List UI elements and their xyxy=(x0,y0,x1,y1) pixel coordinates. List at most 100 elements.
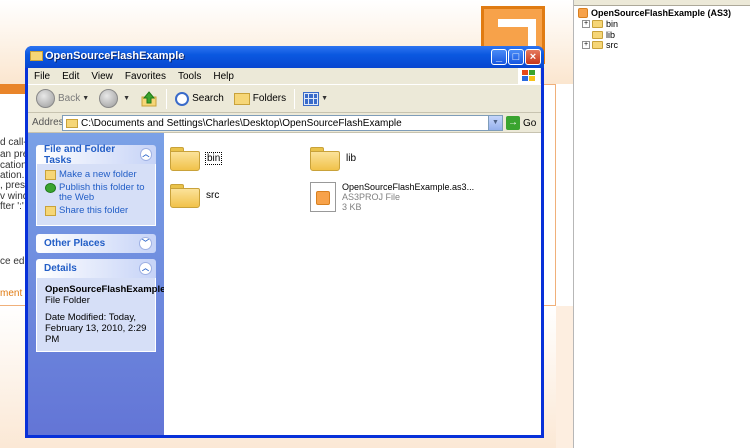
tree-root-label: OpenSourceFlashExample (AS3) xyxy=(591,8,732,18)
collapse-chevron-icon[interactable]: ︿ xyxy=(139,262,152,275)
project-tree-panel: OpenSourceFlashExample (AS3) + bin lib +… xyxy=(573,0,750,448)
project-icon xyxy=(578,8,588,18)
file-folder-tasks-body: Make a new folder Publish this folder to… xyxy=(36,164,156,226)
search-label: Search xyxy=(192,93,224,104)
go-arrow-icon: → xyxy=(506,116,520,130)
address-value: C:\Documents and Settings\Charles\Deskto… xyxy=(81,117,402,129)
back-label: Back xyxy=(58,93,81,104)
file-item-lib[interactable]: lib xyxy=(310,147,356,171)
folder-icon xyxy=(310,147,340,171)
chevron-down-icon[interactable]: ▼ xyxy=(321,95,328,102)
forward-button[interactable]: ▼ xyxy=(97,88,132,110)
file-item-bin[interactable]: bin xyxy=(170,147,223,171)
tree-item-src[interactable]: + src xyxy=(582,39,618,51)
menu-bar: File Edit View Favorites Tools Help xyxy=(28,68,541,85)
file-folder-tasks-panel: File and Folder Tasks ︿ Make a new folde… xyxy=(36,143,156,226)
details-name: OpenSourceFlashExample xyxy=(45,284,166,295)
chevron-down-icon[interactable]: ▼ xyxy=(488,116,502,130)
task-share-folder[interactable]: Share this folder xyxy=(45,206,149,216)
folders-label: Folders xyxy=(252,93,287,104)
ide-orange-tab xyxy=(0,84,25,94)
expand-chevron-icon[interactable]: ﹀ xyxy=(139,237,152,250)
folder-icon xyxy=(592,31,603,39)
menu-favorites[interactable]: Favorites xyxy=(119,71,172,82)
folder-icon xyxy=(30,51,43,61)
panel-title: Details xyxy=(44,263,77,274)
windows-logo-icon xyxy=(518,68,540,84)
expand-icon[interactable]: + xyxy=(582,41,590,49)
panel-title: Other Places xyxy=(44,238,106,249)
toolbar-separator xyxy=(294,88,296,109)
other-places-header[interactable]: Other Places ﹀ xyxy=(36,234,156,253)
maximize-button[interactable]: □ xyxy=(508,49,524,65)
back-button[interactable]: Back ▼ xyxy=(34,88,91,110)
back-arrow-icon xyxy=(36,89,55,108)
minimize-button[interactable]: _ xyxy=(491,49,507,65)
menu-edit[interactable]: Edit xyxy=(56,71,85,82)
details-modified: Date Modified: Today, February 13, 2010,… xyxy=(45,312,147,345)
views-icon xyxy=(303,91,320,106)
chevron-down-icon[interactable]: ▼ xyxy=(123,95,130,102)
details-type: File Folder xyxy=(45,295,90,306)
up-folder-button[interactable] xyxy=(138,88,160,110)
folder-icon xyxy=(170,184,200,208)
views-button[interactable]: ▼ xyxy=(301,88,330,110)
file-size: 3 KB xyxy=(342,202,362,212)
task-pane: File and Folder Tasks ︿ Make a new folde… xyxy=(28,133,166,435)
search-icon xyxy=(175,91,190,106)
task-publish-to-web[interactable]: Publish this folder to the Web xyxy=(45,183,149,203)
collapse-chevron-icon[interactable]: ︿ xyxy=(139,148,152,161)
folder-icon xyxy=(592,20,603,28)
menu-help[interactable]: Help xyxy=(207,71,240,82)
other-places-panel: Other Places ﹀ xyxy=(36,234,156,253)
start-page-link[interactable]: ment xyxy=(0,288,22,299)
folder-icon xyxy=(170,147,200,171)
folders-button[interactable]: Folders xyxy=(232,88,288,110)
forward-arrow-icon xyxy=(99,89,119,108)
standard-toolbar: Back ▼ ▼ Search Folders ▼ xyxy=(28,85,541,113)
up-arrow-icon xyxy=(141,90,157,106)
address-field[interactable]: C:\Documents and Settings\Charles\Deskto… xyxy=(62,115,503,131)
details-header[interactable]: Details ︿ xyxy=(36,259,156,278)
file-type: AS3PROJ File xyxy=(342,192,401,202)
folder-icon xyxy=(592,41,603,49)
file-folder-tasks-header[interactable]: File and Folder Tasks ︿ xyxy=(36,143,156,166)
file-name-lib: lib xyxy=(346,153,357,164)
file-name-as3proj: OpenSourceFlashExample.as3... xyxy=(342,182,475,192)
tree-item-label: bin xyxy=(606,19,619,29)
toolbar-separator xyxy=(166,88,168,109)
project-tree-toolbar xyxy=(574,0,750,6)
file-item-label: bin xyxy=(204,147,223,165)
file-list-view[interactable]: bin lib src OpenSourceFlashExample.as3..… xyxy=(164,133,541,435)
file-info: OpenSourceFlashExample.as3... AS3PROJ Fi… xyxy=(342,182,474,212)
search-button[interactable]: Search xyxy=(173,88,226,110)
menu-file[interactable]: File xyxy=(28,71,56,82)
task-label: Share this folder xyxy=(59,205,129,216)
explorer-window: OpenSourceFlashExample _ □ × File Edit V… xyxy=(25,46,544,438)
task-label: Publish this folder to the Web xyxy=(59,182,145,203)
file-item-src[interactable]: src xyxy=(170,184,219,208)
expand-icon[interactable]: + xyxy=(582,20,590,28)
file-name-src: src xyxy=(206,190,220,201)
chevron-down-icon[interactable]: ▼ xyxy=(82,95,89,102)
task-make-new-folder[interactable]: Make a new folder xyxy=(45,170,149,180)
go-button[interactable]: → Go xyxy=(506,116,536,130)
panel-title: File and Folder Tasks xyxy=(44,143,116,166)
as3proj-file-icon xyxy=(310,182,336,212)
details-body: OpenSourceFlashExample File Folder Date … xyxy=(36,278,166,352)
close-button[interactable]: × xyxy=(525,49,541,65)
task-label: Make a new folder xyxy=(59,169,137,180)
window-title: OpenSourceFlashExample xyxy=(45,50,185,62)
publish-web-icon xyxy=(45,183,56,193)
title-bar[interactable]: OpenSourceFlashExample _ □ × xyxy=(25,46,544,68)
address-bar: Address C:\Documents and Settings\Charle… xyxy=(28,113,541,133)
menu-tools[interactable]: Tools xyxy=(172,71,207,82)
go-label: Go xyxy=(523,117,537,129)
folder-icon xyxy=(66,118,78,128)
file-item-as3proj[interactable]: OpenSourceFlashExample.as3... AS3PROJ Fi… xyxy=(310,182,474,212)
details-panel: Details ︿ OpenSourceFlashExample File Fo… xyxy=(36,259,166,352)
share-folder-icon xyxy=(45,206,56,216)
new-folder-icon xyxy=(45,170,56,180)
menu-view[interactable]: View xyxy=(85,71,119,82)
tree-item-label: src xyxy=(606,40,618,50)
